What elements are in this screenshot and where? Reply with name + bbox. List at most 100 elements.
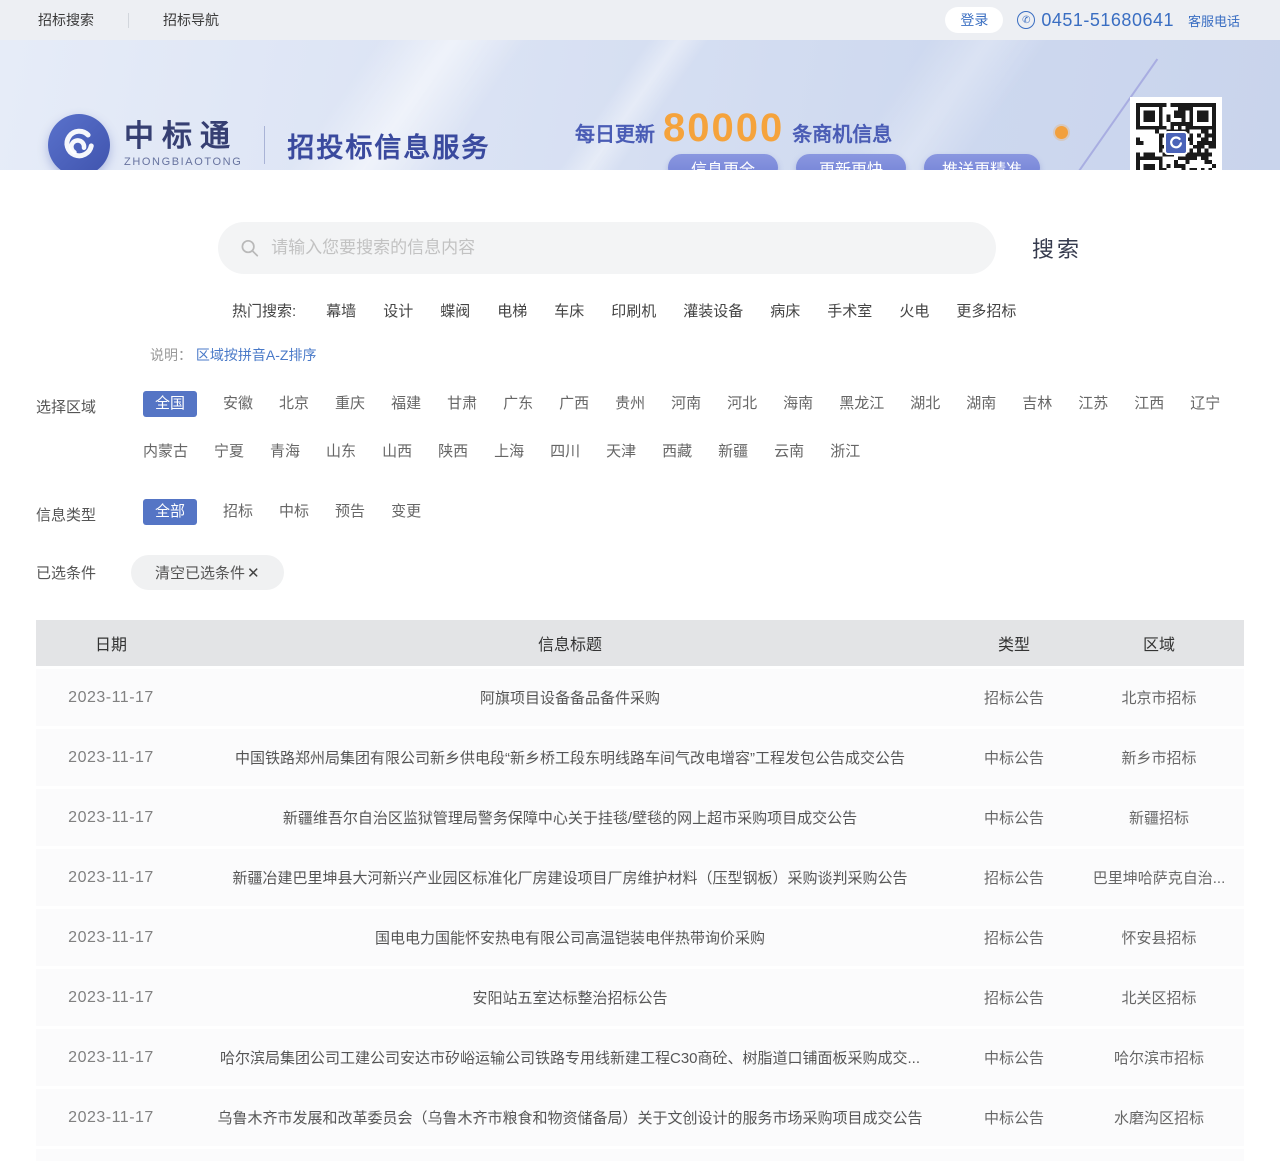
row-date: 2023-11-17	[36, 869, 186, 887]
region-filter-label: 选择区域	[36, 391, 100, 465]
phone-icon: ✆	[1017, 11, 1035, 29]
region-chip[interactable]: 新疆	[718, 439, 748, 465]
top-nav-item[interactable]: 招标导航	[163, 10, 219, 30]
region-chip[interactable]: 吉林	[1022, 391, 1052, 417]
region-chip[interactable]: 黑龙江	[839, 391, 884, 417]
region-chip-selected[interactable]: 全国	[143, 391, 197, 417]
region-chip[interactable]: 广东	[503, 391, 533, 417]
region-chip[interactable]: 海南	[783, 391, 813, 417]
type-chips: 全部 招标中标预告变更	[143, 499, 1243, 525]
table-row[interactable]: 2023-11-17 新疆冶建巴里坤县大河新兴产业园区标准化厂房建设项目厂房维护…	[36, 849, 1244, 906]
service-phone: ✆ 0451-51680641	[1017, 10, 1174, 31]
region-chip[interactable]: 河北	[727, 391, 757, 417]
top-bar: 招标搜索 招标导航 登录 ✆ 0451-51680641 客服电话	[0, 0, 1280, 40]
hot-search-item[interactable]: 印刷机	[611, 300, 656, 321]
close-icon: ✕	[247, 564, 260, 582]
region-chip[interactable]: 广西	[559, 391, 589, 417]
region-chip[interactable]: 山东	[326, 439, 356, 465]
hot-search-item[interactable]: 车床	[554, 300, 584, 321]
region-chip[interactable]: 西藏	[662, 439, 692, 465]
row-type: 中标公告	[954, 807, 1074, 828]
region-chip[interactable]: 江苏	[1078, 391, 1108, 417]
row-region: 新疆招标	[1074, 807, 1244, 828]
brand-name: 中标通	[124, 122, 242, 152]
selected-conditions-label: 已选条件	[36, 562, 100, 583]
search-input[interactable]	[271, 238, 974, 258]
region-chip[interactable]: 北京	[279, 391, 309, 417]
col-header-title: 信息标题	[186, 631, 954, 655]
region-chip[interactable]: 河南	[671, 391, 701, 417]
region-chip[interactable]: 四川	[550, 439, 580, 465]
col-header-type: 类型	[954, 631, 1074, 655]
clear-conditions-button[interactable]: 清空已选条件✕	[131, 555, 284, 590]
hot-search-item[interactable]: 蝶阀	[440, 300, 470, 321]
hot-search-item[interactable]: 火电	[899, 300, 929, 321]
row-title-link[interactable]: 国电电力国能怀安热电有限公司高温铠装电伴热带询价采购	[186, 927, 954, 948]
phone-number: 0451-51680641	[1041, 10, 1174, 31]
top-nav-item[interactable]: 招标搜索	[38, 10, 94, 30]
daily-prefix: 每日更新	[575, 118, 655, 147]
region-chip[interactable]: 辽宁	[1190, 391, 1220, 417]
region-chip[interactable]: 湖北	[910, 391, 940, 417]
search-button[interactable]: 搜索	[1032, 232, 1082, 264]
row-date: 2023-11-17	[36, 1109, 186, 1127]
hot-search-item[interactable]: 幕墙	[326, 300, 356, 321]
region-chip[interactable]: 陕西	[438, 439, 468, 465]
row-title-link[interactable]: 新疆冶建巴里坤县大河新兴产业园区标准化厂房建设项目厂房维护材料（压型钢板）采购谈…	[186, 867, 954, 888]
type-chip[interactable]: 变更	[391, 499, 421, 525]
type-chip[interactable]: 招标	[223, 499, 253, 525]
brand-tagline: 招投标信息服务	[287, 126, 490, 165]
region-chip[interactable]: 湖南	[966, 391, 996, 417]
region-chip[interactable]: 重庆	[335, 391, 365, 417]
region-chip[interactable]: 上海	[494, 439, 524, 465]
qr-code	[1130, 97, 1222, 170]
table-row[interactable]: 2023-11-17 阿旗项目设备备品备件采购 招标公告 北京市招标	[36, 669, 1244, 726]
table-row[interactable]: 2023-11-17 中国铁路郑州局集团有限公司新乡供电段“新乡桥工段东明线路车…	[36, 729, 1244, 786]
hot-search-item[interactable]: 病床	[770, 300, 800, 321]
table-row[interactable]: 2023-11-17 国电电力国能怀安热电有限公司高温铠装电伴热带询价采购 招标…	[36, 909, 1244, 966]
row-title-link[interactable]: 阿旗项目设备备品备件采购	[186, 687, 954, 708]
table-row-partial[interactable]	[36, 1149, 1244, 1161]
region-chip[interactable]: 贵州	[615, 391, 645, 417]
table-row[interactable]: 2023-11-17 新疆维吾尔自治区监狱管理局警务保障中心关于挂毯/壁毯的网上…	[36, 789, 1244, 846]
hot-search-item[interactable]: 手术室	[827, 300, 872, 321]
region-chip[interactable]: 宁夏	[214, 439, 244, 465]
row-date: 2023-11-17	[36, 749, 186, 767]
type-chip[interactable]: 中标	[279, 499, 309, 525]
table-header: 日期 信息标题 类型 区域	[36, 620, 1244, 666]
region-chip[interactable]: 青海	[270, 439, 300, 465]
type-chip-selected[interactable]: 全部	[143, 499, 197, 525]
region-chip[interactable]: 甘肃	[447, 391, 477, 417]
login-button[interactable]: 登录	[945, 7, 1003, 33]
region-chip[interactable]: 山西	[382, 439, 412, 465]
row-title-link[interactable]: 安阳站五室达标整治招标公告	[186, 987, 954, 1008]
brand: 中标通 ZHONGBIAOTONG 招投标信息服务	[48, 114, 490, 170]
region-chip[interactable]: 福建	[391, 391, 421, 417]
type-filter-label: 信息类型	[36, 499, 100, 525]
table-row[interactable]: 2023-11-17 哈尔滨局集团公司工建公司安达市矽峪运输公司铁路专用线新建工…	[36, 1029, 1244, 1086]
row-title-link[interactable]: 中国铁路郑州局集团有限公司新乡供电段“新乡桥工段东明线路车间气改电增容”工程发包…	[186, 747, 954, 768]
top-nav: 招标搜索 招标导航	[38, 10, 219, 30]
region-chip[interactable]: 内蒙古	[143, 439, 188, 465]
hot-search-item[interactable]: 设计	[383, 300, 413, 321]
search-box[interactable]	[218, 222, 996, 274]
table-row[interactable]: 2023-11-17 乌鲁木齐市发展和改革委员会（乌鲁木齐市粮食和物资储备局）关…	[36, 1089, 1244, 1146]
brand-divider	[264, 126, 265, 164]
row-region: 怀安县招标	[1074, 927, 1244, 948]
note-sort-link[interactable]: 区域按拼音A-Z排序	[196, 347, 317, 363]
region-chip[interactable]: 云南	[774, 439, 804, 465]
row-title-link[interactable]: 哈尔滨局集团公司工建公司安达市矽峪运输公司铁路专用线新建工程C30商砼、树脂道口…	[186, 1047, 954, 1068]
region-chip[interactable]: 江西	[1134, 391, 1164, 417]
region-chip[interactable]: 天津	[606, 439, 636, 465]
row-type: 中标公告	[954, 1047, 1074, 1068]
hot-search-item[interactable]: 灌装设备	[683, 300, 743, 321]
type-chip[interactable]: 预告	[335, 499, 365, 525]
row-type: 招标公告	[954, 867, 1074, 888]
region-chip[interactable]: 安徽	[223, 391, 253, 417]
region-chip[interactable]: 浙江	[830, 439, 860, 465]
hot-search-item[interactable]: 更多招标	[956, 300, 1016, 321]
hot-search-item[interactable]: 电梯	[497, 300, 527, 321]
table-row[interactable]: 2023-11-17 安阳站五室达标整治招标公告 招标公告 北关区招标	[36, 969, 1244, 1026]
row-title-link[interactable]: 乌鲁木齐市发展和改革委员会（乌鲁木齐市粮食和物资储备局）关于文创设计的服务市场采…	[186, 1107, 954, 1128]
row-title-link[interactable]: 新疆维吾尔自治区监狱管理局警务保障中心关于挂毯/壁毯的网上超市采购项目成交公告	[186, 807, 954, 828]
